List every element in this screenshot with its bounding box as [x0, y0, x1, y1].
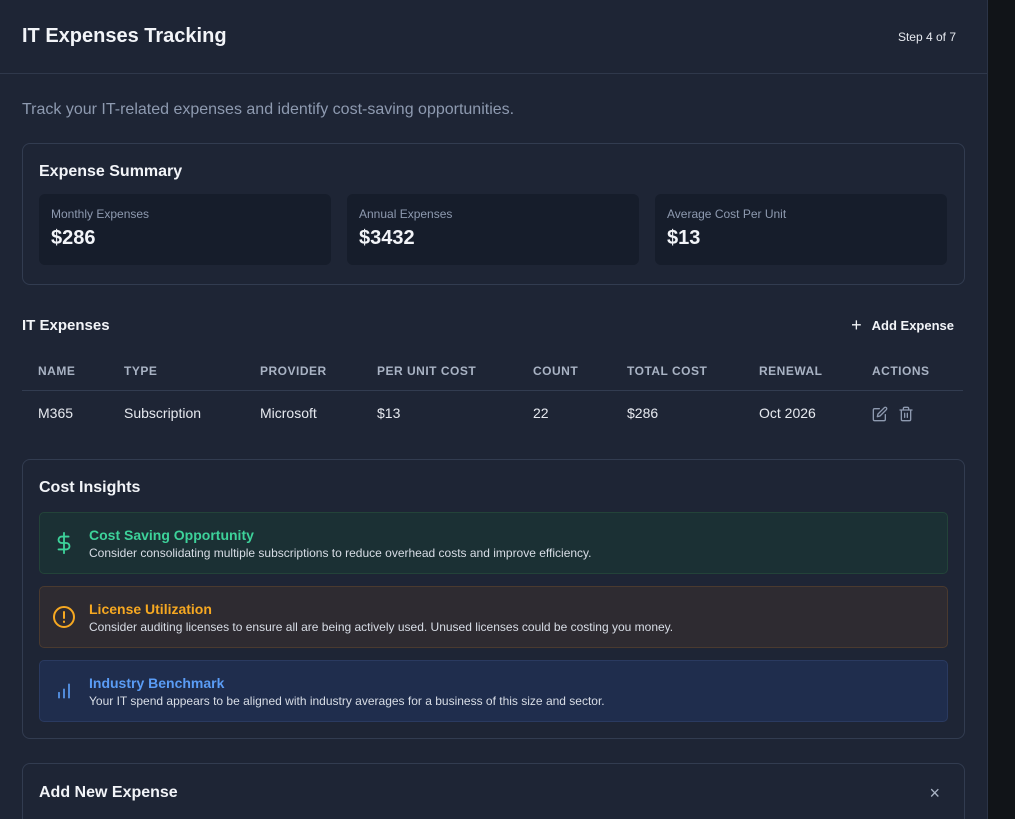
- column-header-total-cost: TOTAL COST: [611, 351, 743, 391]
- insight-cost-saving: Cost Saving Opportunity Consider consoli…: [39, 512, 948, 574]
- add-expense-button[interactable]: + Add Expense: [851, 316, 965, 334]
- stat-label: Annual Expenses: [359, 207, 453, 221]
- alert-circle-icon: [52, 605, 76, 629]
- insight-title: License Utilization: [89, 600, 212, 617]
- step-indicator: Step 4 of 7: [897, 29, 956, 44]
- cell-count: 22: [533, 405, 549, 421]
- column-header-renewal: RENEWAL: [743, 351, 856, 391]
- cell-per-unit-cost: $13: [377, 405, 401, 421]
- page-subtitle: Track your IT-related expenses and ident…: [22, 101, 515, 118]
- insight-title: Cost Saving Opportunity: [89, 526, 254, 543]
- stat-value: $286: [51, 227, 96, 249]
- stat-monthly-expenses: Monthly Expenses $286: [39, 194, 331, 265]
- column-header-per-unit-cost: PER UNIT COST: [361, 351, 517, 391]
- insight-industry-benchmark: Industry Benchmark Your IT spend appears…: [39, 660, 948, 722]
- bar-chart-icon: [52, 679, 76, 703]
- add-expense-label: Add Expense: [871, 317, 954, 333]
- cost-insights-title: Cost Insights: [39, 479, 141, 496]
- stat-annual-expenses: Annual Expenses $3432: [347, 194, 639, 265]
- column-header-type: TYPE: [108, 351, 244, 391]
- cell-renewal: Oct 2026: [759, 405, 816, 421]
- column-header-name: NAME: [22, 351, 108, 391]
- expenses-table: NAME TYPE PROVIDER PER UNIT COST COUNT T…: [22, 351, 963, 435]
- column-header-count: COUNT: [517, 351, 611, 391]
- table-row: M365 Subscription Microsoft $13 22 $286 …: [22, 391, 963, 436]
- cost-insights-card: Cost Insights Cost Saving Opportunity Co…: [22, 459, 965, 739]
- close-icon[interactable]: ×: [929, 784, 948, 819]
- column-header-provider: PROVIDER: [244, 351, 361, 391]
- add-new-expense-card: Add New Expense ×: [22, 763, 965, 819]
- panel-header: IT Expenses Tracking Step 4 of 7: [0, 0, 987, 74]
- insight-license-utilization: License Utilization Consider auditing li…: [39, 586, 948, 648]
- add-new-expense-title: Add New Expense: [39, 784, 178, 801]
- edit-icon[interactable]: [872, 406, 888, 422]
- plus-icon: +: [851, 315, 862, 335]
- cell-provider: Microsoft: [260, 405, 317, 421]
- stat-average-cost: Average Cost Per Unit $13: [655, 194, 947, 265]
- page-title: IT Expenses Tracking: [22, 25, 227, 47]
- stat-label: Average Cost Per Unit: [667, 207, 787, 221]
- stat-value: $13: [667, 227, 701, 249]
- it-expenses-title: IT Expenses: [22, 316, 110, 334]
- cell-total-cost: $286: [627, 405, 659, 421]
- table-header-row: NAME TYPE PROVIDER PER UNIT COST COUNT T…: [22, 351, 963, 391]
- insight-title: Industry Benchmark: [89, 674, 225, 691]
- trash-icon[interactable]: [898, 406, 914, 422]
- expense-summary-card: Expense Summary Monthly Expenses $286 An…: [22, 143, 965, 285]
- dollar-icon: [52, 531, 76, 555]
- insight-description: Your IT spend appears to be aligned with…: [89, 693, 605, 708]
- cell-name: M365: [38, 405, 74, 421]
- expense-summary-title: Expense Summary: [39, 163, 183, 180]
- insight-description: Consider consolidating multiple subscrip…: [89, 545, 592, 560]
- cell-type: Subscription: [124, 405, 202, 421]
- insight-description: Consider auditing licenses to ensure all…: [89, 619, 674, 634]
- column-header-actions: ACTIONS: [856, 351, 963, 391]
- stat-label: Monthly Expenses: [51, 207, 150, 221]
- it-expenses-panel: IT Expenses Tracking Step 4 of 7 Track y…: [0, 0, 988, 819]
- stat-value: $3432: [359, 227, 415, 249]
- cell-actions: [856, 391, 963, 436]
